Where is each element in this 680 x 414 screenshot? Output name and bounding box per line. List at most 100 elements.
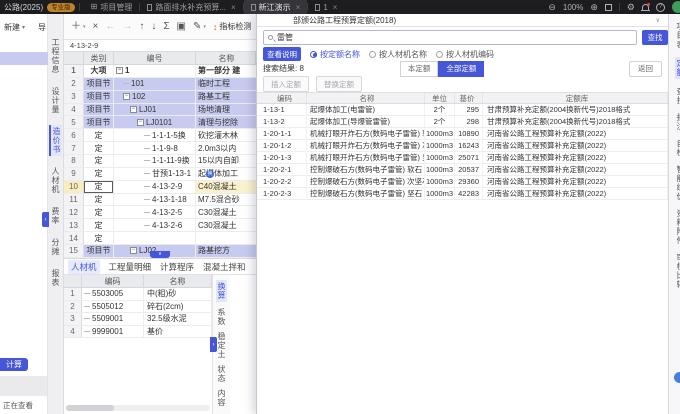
tree-collapse-icon[interactable]: − bbox=[123, 93, 130, 100]
table-row[interactable]: 1-20-2-2控制爆破石方(数码电子雷管) 次坚石1000m329360河南省… bbox=[257, 176, 668, 188]
view-description-button[interactable]: 查看说明 bbox=[263, 47, 301, 61]
redo-icon[interactable]: → bbox=[122, 22, 132, 32]
move-down-icon[interactable]: ↓ bbox=[151, 22, 156, 32]
column-header-code[interactable]: 编号 bbox=[114, 52, 196, 64]
column-header-unit[interactable]: 单位 bbox=[425, 93, 455, 103]
table-row[interactable]: 13定4-13-2-6C30混凝土 bbox=[64, 219, 256, 232]
add-row-icon[interactable]: ＋ bbox=[71, 22, 81, 32]
grid-splitter-handle[interactable]: ∨ bbox=[150, 251, 170, 258]
radio-按人材机编码[interactable]: 按人材机编码 bbox=[436, 49, 494, 60]
column-header-price[interactable]: 基价 bbox=[455, 93, 483, 103]
search-input[interactable]: 雷管 bbox=[263, 30, 637, 45]
table-row[interactable]: 1-20-1-1机械打眼开炸石方(数码电子雷管) 软石1000m310890河南… bbox=[257, 128, 668, 140]
user-avatar[interactable] bbox=[672, 1, 680, 13]
tab-计算程序[interactable]: 计算程序 bbox=[160, 261, 194, 273]
table-row[interactable]: 1-13-2起爆体加工(导爆管雷管)2个298甘肃预算补充定额(2004换新代号… bbox=[257, 116, 668, 128]
side-tab-内容[interactable]: 内容 bbox=[216, 389, 227, 407]
scope-tab-本定额[interactable]: 本定额 bbox=[400, 61, 439, 77]
horizontal-scrollbar[interactable] bbox=[66, 405, 210, 411]
table-row[interactable]: 49999001基价 bbox=[64, 326, 212, 339]
tree-collapse-icon[interactable]: − bbox=[137, 119, 144, 126]
tab-人材机[interactable]: 人材机 bbox=[68, 260, 100, 274]
sidebar-item-人材机[interactable]: 人材机 bbox=[50, 165, 61, 196]
right-tab-批注[interactable]: 批注 bbox=[675, 113, 680, 131]
close-icon[interactable]: × bbox=[231, 3, 236, 12]
right-tab-项目表[interactable]: 项目表 bbox=[675, 22, 680, 49]
table-row[interactable]: 5项目节−LJ0101清理与挖除 bbox=[64, 116, 256, 129]
column-header-code[interactable]: 编码 bbox=[257, 93, 307, 103]
new-button[interactable]: 新建 bbox=[4, 22, 20, 33]
project-tree-selected-item[interactable] bbox=[0, 52, 48, 65]
table-row[interactable]: 9定甘预1-13-1起爆体加工换 bbox=[64, 168, 256, 181]
save-icon[interactable]: ▣ bbox=[177, 22, 186, 32]
right-tab-查找[interactable]: 查找 bbox=[675, 87, 680, 105]
sidebar-item-费率[interactable]: 费率 bbox=[50, 205, 61, 227]
column-header-code[interactable]: 编码 bbox=[82, 275, 144, 287]
tab-工程量明细[interactable]: 工程量明细 bbox=[109, 261, 152, 273]
tools-icon[interactable]: ⚙ bbox=[627, 2, 635, 13]
table-row[interactable]: 1-20-1-2机械打眼开炸石方(数码电子雷管) 次坚石1000m316243河… bbox=[257, 140, 668, 152]
table-row[interactable]: 8定1-1-11-9换15以内自卸 bbox=[64, 155, 256, 168]
sidebar-item-分摊[interactable]: 分摊 bbox=[50, 236, 61, 258]
table-row[interactable]: 15503005中(粗)砂 bbox=[64, 288, 212, 301]
formula-bar[interactable]: 4-13-2-9 bbox=[64, 40, 256, 52]
right-tab-资料附件[interactable]: 资料附件 bbox=[675, 209, 680, 245]
indicator-check-button[interactable]: ↕指标检测 bbox=[213, 21, 252, 32]
radio-按定额名称[interactable]: 按定额名称 bbox=[310, 49, 360, 60]
tree-collapse-icon[interactable]: − bbox=[130, 106, 137, 113]
table-row[interactable]: 25505012碎石(2cm) bbox=[64, 301, 212, 314]
insert-quota-button[interactable]: 插入定额 bbox=[263, 76, 309, 92]
back-button[interactable]: 返回 bbox=[629, 61, 662, 77]
table-row[interactable]: 6定1-1-1-5换砍挖灌木林 bbox=[64, 129, 256, 142]
collapse-panel-handle[interactable]: ‹ bbox=[42, 212, 49, 227]
zoom-in-icon[interactable]: ⊕ bbox=[590, 3, 598, 12]
close-icon[interactable]: × bbox=[333, 3, 338, 12]
table-row[interactable]: 1-20-1-3机械打眼开炸石方(数码电子雷管) 坚石1000m325071河南… bbox=[257, 152, 668, 164]
column-header-name[interactable]: 名称 bbox=[144, 275, 212, 287]
table-row[interactable]: 14定 bbox=[64, 232, 256, 245]
window-tab[interactable]: 1× bbox=[308, 0, 344, 14]
side-tab-系数[interactable]: 系数 bbox=[216, 308, 227, 326]
column-header-name[interactable]: 名称 bbox=[196, 52, 256, 64]
column-header-library[interactable]: 定额库 bbox=[483, 93, 668, 103]
calculate-button[interactable]: 计算 bbox=[0, 358, 28, 371]
tree-collapse-icon[interactable]: − bbox=[116, 67, 123, 74]
table-row[interactable]: 4项目节−LJ01场地清理 bbox=[64, 104, 256, 117]
right-tab-智能组价[interactable]: 智能组价 bbox=[675, 165, 680, 201]
table-row[interactable]: 1-20-2-3控制爆破石方(数码电子雷管) 坚石1000m342283河南省公… bbox=[257, 188, 668, 200]
scrollbar-thumb[interactable] bbox=[66, 405, 114, 411]
column-header-name[interactable]: 名称 bbox=[307, 93, 425, 103]
sidebar-item-造价书[interactable]: 造价书 bbox=[49, 125, 62, 156]
side-tab-稳定土[interactable]: 稳定土 bbox=[216, 332, 227, 359]
window-tab[interactable]: 新江演示× bbox=[244, 0, 308, 14]
table-row[interactable]: 11定4-13-1-18M7.5混合砂 bbox=[64, 194, 256, 207]
assistant-fab[interactable] bbox=[674, 372, 680, 383]
sidebar-item-报表[interactable]: 报表 bbox=[50, 267, 61, 289]
right-tab-审核比较[interactable]: 审核比较 bbox=[675, 253, 680, 289]
sidebar-item-工程信息[interactable]: 工程信息 bbox=[50, 36, 61, 76]
table-row[interactable]: 7定1-1-9-82.0m3以内 bbox=[64, 142, 256, 155]
delete-row-icon[interactable]: × bbox=[93, 22, 99, 32]
side-tab-换算[interactable]: 换算 bbox=[216, 280, 227, 302]
find-button[interactable]: 查找 bbox=[642, 30, 668, 45]
undo-icon[interactable]: ← bbox=[105, 22, 115, 32]
tab-混凝土拌和[interactable]: 混凝土拌和 bbox=[203, 261, 246, 273]
table-row[interactable]: 12定4-13-2-5C30混凝土 bbox=[64, 206, 256, 219]
close-icon[interactable]: × bbox=[296, 3, 301, 12]
note-badge-icon[interactable]: 换 bbox=[206, 170, 214, 178]
fullscreen-icon[interactable] bbox=[605, 4, 612, 11]
scope-tab-全部定额[interactable]: 全部定额 bbox=[438, 61, 484, 77]
replace-quota-button[interactable]: 替换定额 bbox=[316, 76, 362, 92]
help-icon[interactable]: ? bbox=[656, 3, 665, 12]
window-tab[interactable]: 路面排水补充预算...× bbox=[140, 0, 242, 14]
right-tab-自检[interactable]: 自检 bbox=[675, 139, 680, 157]
window-tab[interactable]: ⊞项目管理 bbox=[84, 0, 140, 14]
zoom-out-icon[interactable]: ⊖ bbox=[548, 3, 556, 12]
export-button[interactable]: 导 bbox=[38, 22, 47, 33]
table-row[interactable]: 10定4-13-2-9C40混凝土 bbox=[64, 181, 256, 194]
move-up-icon[interactable]: ↑ bbox=[139, 22, 144, 32]
table-row[interactable]: 2项目节101临时工程 bbox=[64, 78, 256, 91]
sidebar-item-设计量[interactable]: 设计量 bbox=[50, 85, 61, 116]
sum-icon[interactable]: Σ bbox=[163, 22, 169, 32]
right-tab-定额[interactable]: 定额 bbox=[675, 57, 680, 79]
